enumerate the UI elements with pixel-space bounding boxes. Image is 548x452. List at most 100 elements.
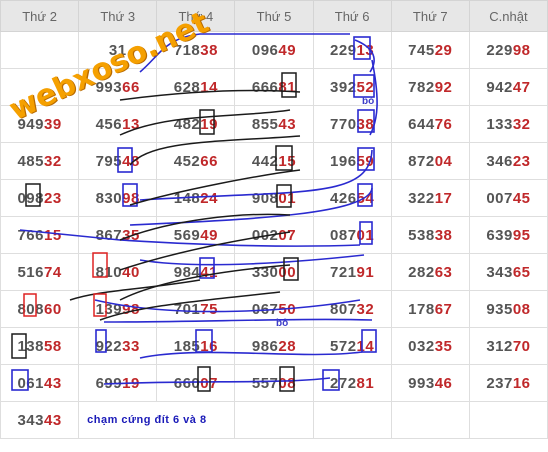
result-tail-digits: 98 xyxy=(122,189,140,207)
result-cell-thu-3: 79548 xyxy=(78,142,158,180)
result-head-digits: 133 xyxy=(486,115,513,133)
result-head-digits: 699 xyxy=(95,374,123,392)
header-thu-5: Thứ 5 xyxy=(234,0,314,32)
result-cell-thu-4: 66007 xyxy=(156,364,236,402)
result-cell-thu-5: 55708 xyxy=(234,364,314,402)
result-head-digits: 867 xyxy=(95,226,123,244)
result-head-digits: 572 xyxy=(330,337,357,355)
result-head-digits: 666 xyxy=(251,78,279,96)
result-tail-digits: 54 xyxy=(356,189,375,207)
result-head-digits: 392 xyxy=(330,78,357,96)
result-cell-chu-nhat: 93508 xyxy=(468,290,548,328)
result-head-digits: 007 xyxy=(486,189,513,207)
result-head-digits: 830 xyxy=(95,189,123,207)
result-head-digits: 701 xyxy=(173,300,201,318)
result-head-digits: 660 xyxy=(173,374,201,392)
result-cell-chu-nhat: 63995 xyxy=(468,216,548,254)
result-tail-digits: 59 xyxy=(356,152,375,170)
result-cell-thu-2: 09823 xyxy=(0,179,80,217)
result-tail-digits: 35 xyxy=(434,337,453,355)
result-head-digits: 002 xyxy=(251,226,279,244)
result-cell-thu-6: 80732 xyxy=(312,290,392,328)
result-tail-digits: 16 xyxy=(200,337,218,355)
result-cell-thu-6: 19659 xyxy=(312,142,392,180)
annotation-bo-1: bỏ xyxy=(362,96,375,107)
result-head-digits: 808 xyxy=(17,300,44,318)
result-tail-digits: 07 xyxy=(278,226,297,244)
result-head-digits: 272 xyxy=(330,374,357,392)
header-thu-2: Thứ 2 xyxy=(0,0,80,32)
result-cell-thu-6: 08701 xyxy=(312,216,392,254)
result-head-digits: 452 xyxy=(173,152,201,170)
result-tail-digits: 49 xyxy=(200,226,218,244)
result-tail-digits: 50 xyxy=(278,300,297,318)
result-head-digits: 993 xyxy=(408,374,435,392)
result-tail-digits: 23 xyxy=(512,152,531,170)
empty-cell xyxy=(390,401,470,439)
result-tail-digits: 24 xyxy=(200,189,218,207)
result-cell-thu-6: 42654 xyxy=(312,179,392,217)
result-tail-digits: 98 xyxy=(512,41,531,59)
result-cell-thu-2: 51674 xyxy=(0,253,80,291)
result-cell-chu-nhat: 13332 xyxy=(468,105,548,143)
result-head-digits: 229 xyxy=(330,41,357,59)
table-row: 80860 13998 70175 06750 80732 17867 93508 xyxy=(0,290,548,328)
result-cell-thu-7: 53838 xyxy=(390,216,470,254)
result-tail-digits: 13 xyxy=(356,41,375,59)
result-tail-digits: 23 xyxy=(43,189,62,207)
result-head-digits: 229 xyxy=(486,41,513,59)
result-cell-thu-3: 13998 xyxy=(78,290,158,328)
result-head-digits: 322 xyxy=(408,189,435,207)
result-cell-chu-nhat: 31270 xyxy=(468,327,548,365)
result-cell-thu-4: 56949 xyxy=(156,216,236,254)
result-cell-thu-7: 64476 xyxy=(390,105,470,143)
result-tail-digits: 92 xyxy=(434,78,453,96)
result-cell-thu-3: 92233 xyxy=(78,327,158,365)
result-head-digits: 237 xyxy=(486,374,513,392)
result-head-digits: 855 xyxy=(251,115,279,133)
result-tail-digits: 39 xyxy=(43,115,62,133)
empty-cell xyxy=(312,401,392,439)
result-cell-thu-2: 13858 xyxy=(0,327,80,365)
result-head-digits: 032 xyxy=(408,337,435,355)
result-tail-digits: 15 xyxy=(43,226,62,244)
analysis-note: chạm cứng đít 6 và 8 xyxy=(78,401,236,439)
result-cell-thu-3: 45613 xyxy=(78,105,158,143)
result-cell-thu-6: 39252 xyxy=(312,68,392,106)
result-head-digits: 935 xyxy=(486,300,513,318)
result-cell-thu-4: 62814 xyxy=(156,68,236,106)
result-tail-digits: 04 xyxy=(434,152,453,170)
result-cell-chu-nhat: 00745 xyxy=(468,179,548,217)
result-tail-digits: 52 xyxy=(356,78,375,96)
result-tail-digits: 45 xyxy=(512,189,531,207)
result-cell-thu-6: 57214 xyxy=(312,327,392,365)
result-cell-thu-7: 03235 xyxy=(390,327,470,365)
result-tail-digits: 40 xyxy=(122,263,140,281)
result-cell-chu-nhat: 34623 xyxy=(468,142,548,180)
result-cell-thu-4: 14824 xyxy=(156,179,236,217)
result-cell-thu-3: 86735 xyxy=(78,216,158,254)
result-cell-thu-7: 17867 xyxy=(390,290,470,328)
result-head-digits: 745 xyxy=(408,41,435,59)
table-row: 13858 92233 18516 98628 57214 03235 31270 xyxy=(0,327,548,365)
table-row: 48532 79548 45266 44215 19659 87204 34623 xyxy=(0,142,548,180)
result-head-digits: 807 xyxy=(330,300,357,318)
result-head-digits: 061 xyxy=(17,374,44,392)
result-cell-thu-3: 69919 xyxy=(78,364,158,402)
result-head-digits: 098 xyxy=(17,189,44,207)
result-cell-thu-5: 33000 xyxy=(234,253,314,291)
result-tail-digits: 19 xyxy=(122,374,140,392)
result-cell-thu-7: 87204 xyxy=(390,142,470,180)
result-tail-digits: 47 xyxy=(512,78,531,96)
result-head-digits: 485 xyxy=(17,152,44,170)
result-cell-thu-3: 83098 xyxy=(78,179,158,217)
result-head-digits: 644 xyxy=(408,115,435,133)
result-cell-thu-4: 48219 xyxy=(156,105,236,143)
result-cell-thu-7: 74529 xyxy=(390,31,470,69)
result-head-digits: 482 xyxy=(173,115,201,133)
result-head-digits: 872 xyxy=(408,152,435,170)
result-head-digits: 185 xyxy=(173,337,201,355)
result-head-digits: 442 xyxy=(251,152,279,170)
result-cell-thu-7: 28263 xyxy=(390,253,470,291)
result-tail-digits: 41 xyxy=(200,263,218,281)
